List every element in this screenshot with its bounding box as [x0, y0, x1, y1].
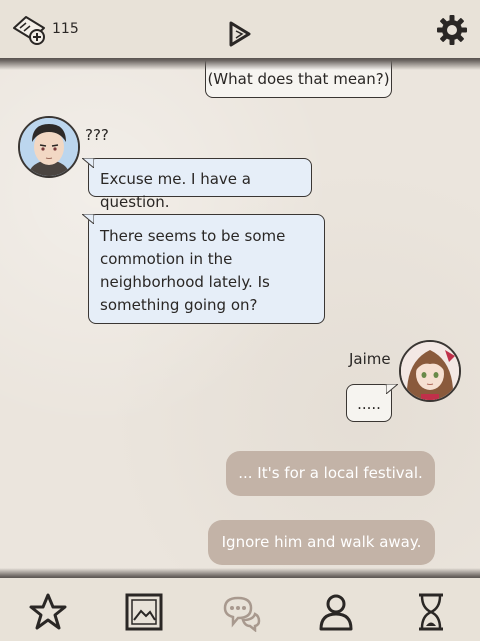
profile-icon[interactable] — [316, 592, 356, 632]
message-text: ..... — [357, 395, 381, 413]
speaker-name: Jaime — [349, 350, 391, 368]
gear-icon[interactable] — [436, 14, 468, 46]
choice-label: Ignore him and walk away. — [221, 533, 422, 551]
gallery-icon[interactable] — [124, 592, 164, 632]
chat-icon[interactable] — [220, 592, 262, 632]
message-text: There seems to be some commotion in the … — [100, 227, 286, 314]
bottom-nav — [0, 578, 480, 641]
star-icon[interactable] — [28, 592, 68, 632]
message-bubble-left: There seems to be some commotion in the … — [82, 214, 325, 324]
ticket-add-icon[interactable] — [10, 14, 48, 46]
bubble-tail — [82, 158, 94, 168]
choice-option-1[interactable]: ... It's for a local festival. — [226, 451, 435, 496]
message-text: (What does that mean?) — [207, 70, 390, 88]
message-bubble-right: ..... — [346, 384, 398, 422]
avatar-unknown — [18, 116, 80, 178]
top-bar: 115 — [0, 0, 480, 58]
hourglass-icon[interactable] — [411, 592, 451, 632]
choice-label: ... It's for a local festival. — [238, 464, 423, 482]
speaker-name: ??? — [85, 126, 109, 144]
bubble-tail — [386, 384, 398, 394]
avatar-jaime — [399, 340, 461, 402]
message-text: Excuse me. I have a question. — [100, 170, 251, 211]
play-icon[interactable] — [227, 20, 253, 48]
ticket-count: 115 — [52, 21, 79, 37]
bubble-tail — [82, 214, 94, 224]
message-bubble-left: Excuse me. I have a question. — [82, 158, 312, 211]
choice-option-2[interactable]: Ignore him and walk away. — [208, 520, 435, 565]
